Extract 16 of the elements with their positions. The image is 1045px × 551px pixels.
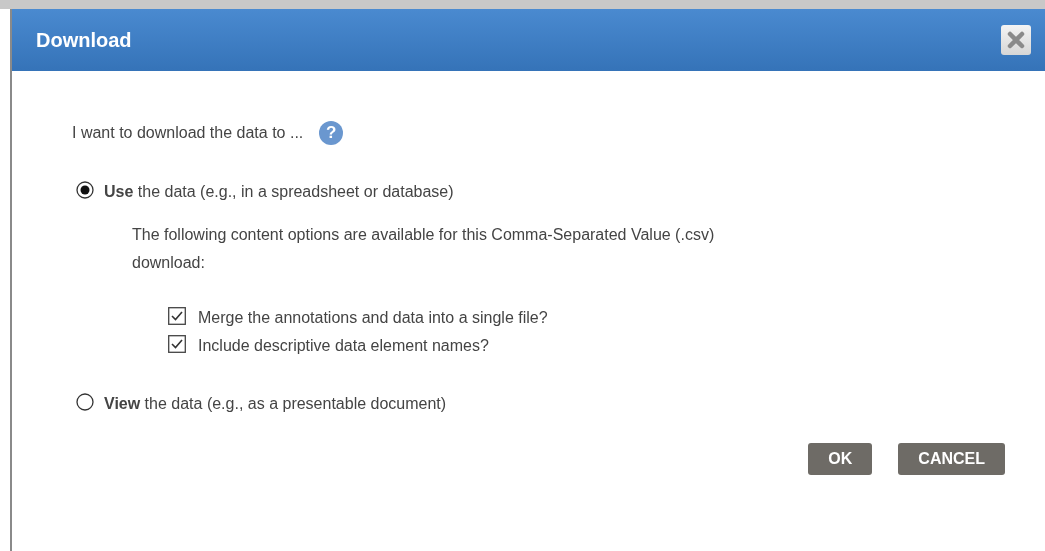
checkbox-label: Include descriptive data element names? (198, 337, 489, 355)
checkbox[interactable] (168, 307, 186, 325)
option-label: Use the data (e.g., in a spreadsheet or database) (104, 183, 454, 201)
option-description: The following content options are available for this Comma-Separated Value (.csv) download: (132, 225, 716, 273)
option-label: View the data (e.g., as a presentable document) (104, 395, 447, 413)
checkbox[interactable] (168, 335, 186, 353)
radio-button[interactable] (76, 181, 94, 199)
radio-button[interactable] (76, 393, 94, 411)
window-title: Download (36, 28, 132, 52)
prompt-text: I want to download the data to ... (72, 124, 304, 142)
close-icon (1006, 30, 1026, 50)
close-button[interactable] (1001, 25, 1031, 55)
ok-button[interactable]: OK (808, 443, 873, 475)
help-button[interactable]: ? (319, 121, 344, 145)
cancel-button[interactable]: CANCEL (898, 443, 1005, 475)
checkbox-label: Merge the annotations and data into a single file? (198, 309, 548, 327)
